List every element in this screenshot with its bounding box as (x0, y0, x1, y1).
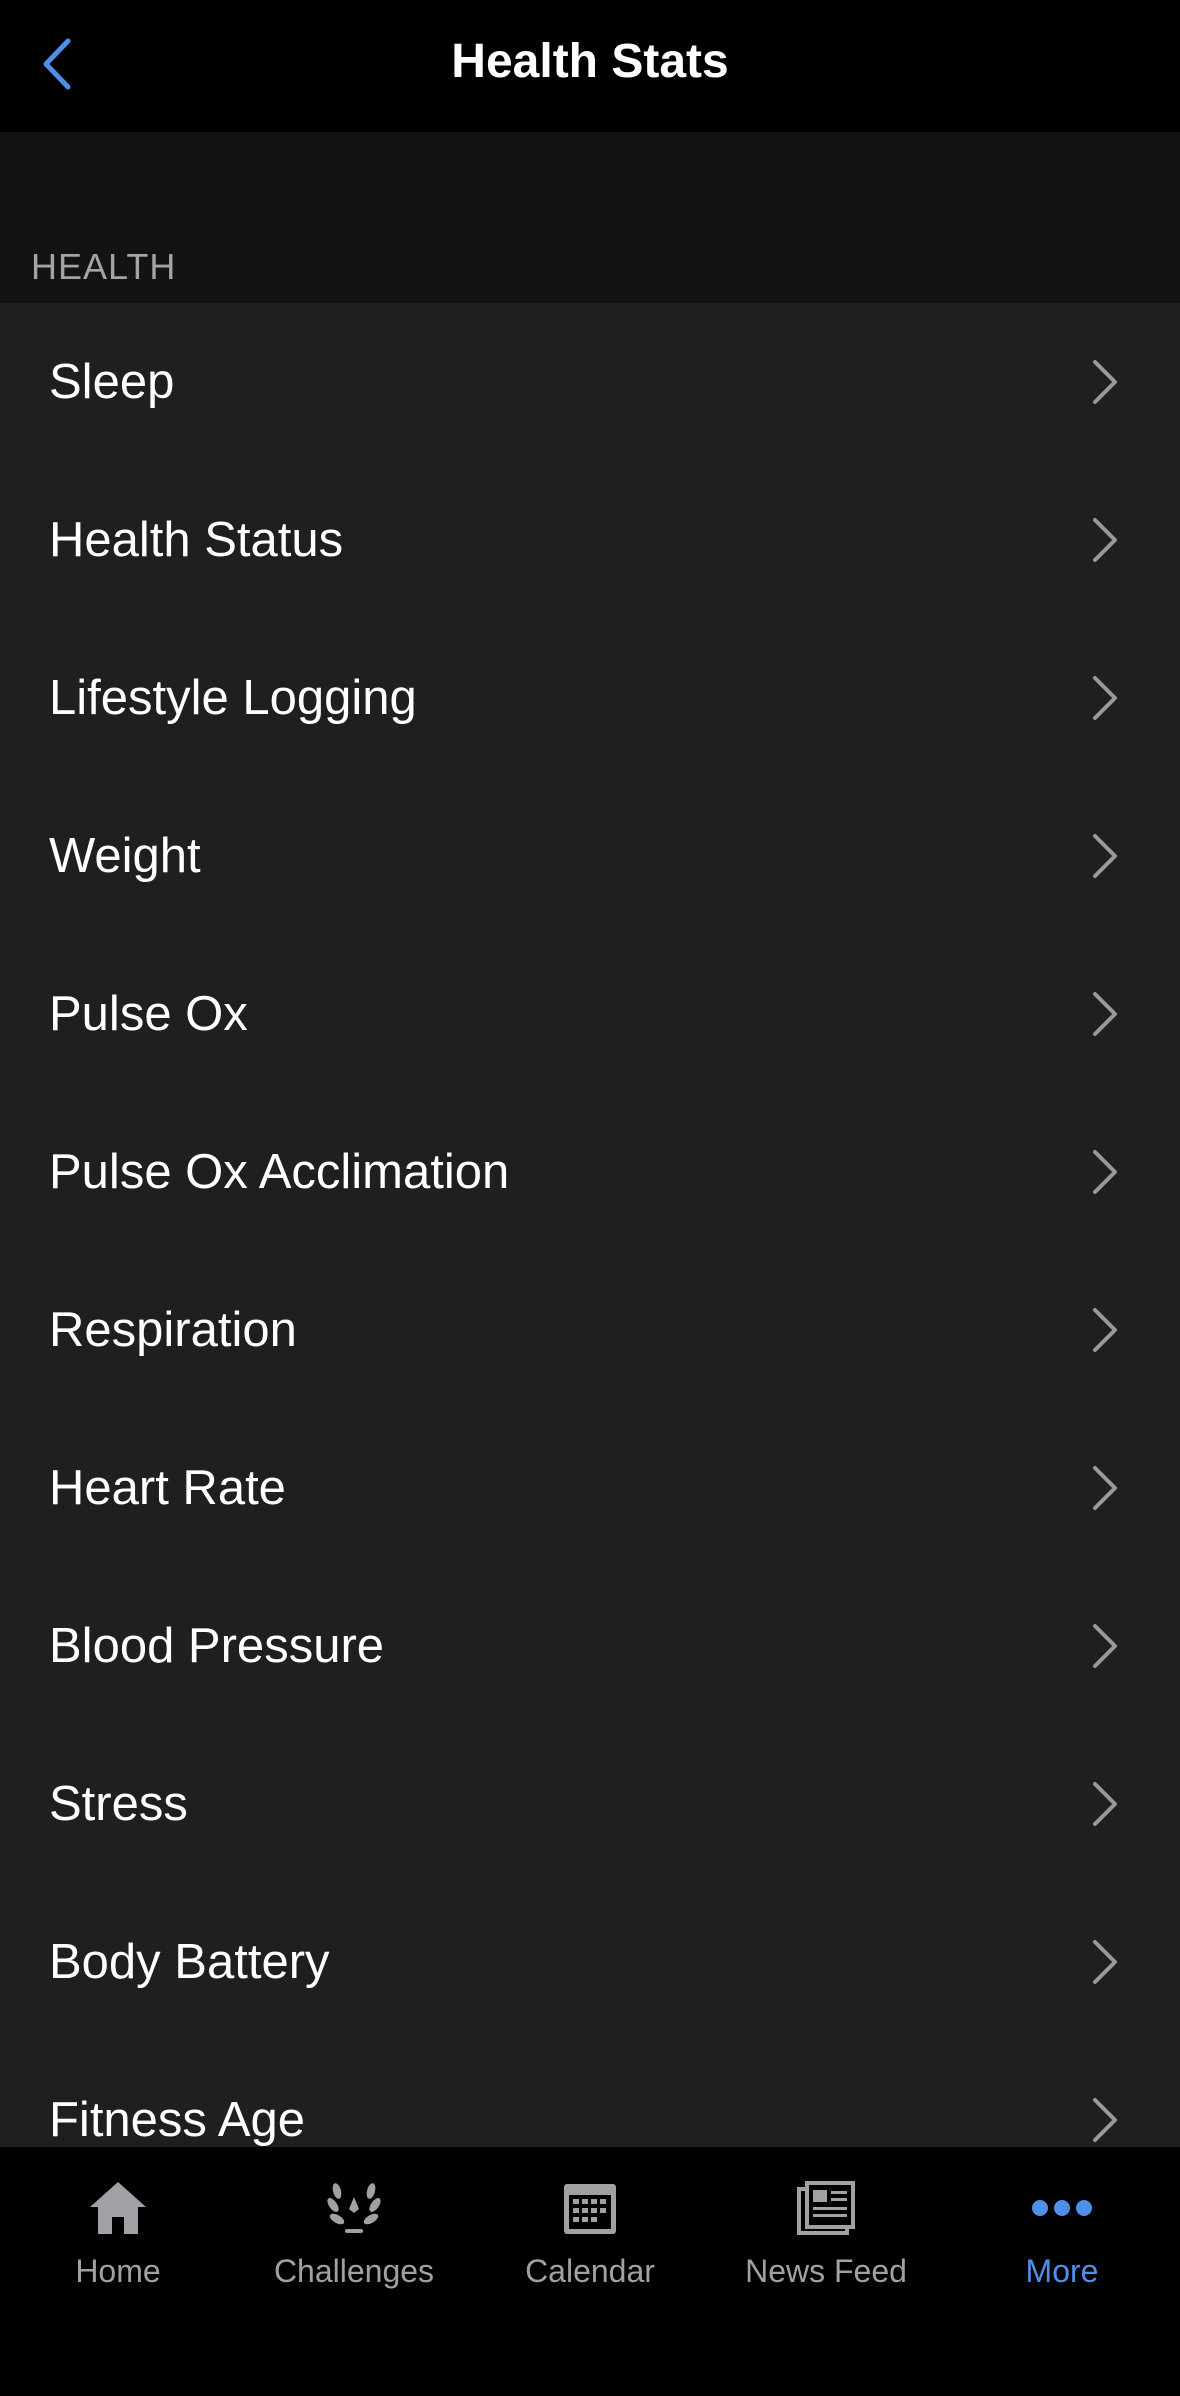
list-item-label: Fitness Age (49, 2093, 306, 2147)
list-item-pulse-ox-acclimation[interactable]: Pulse Ox Acclimation (0, 1093, 1180, 1251)
tab-label: News Feed (745, 2253, 907, 2289)
list-item-label: Stress (49, 1777, 188, 1831)
tab-label: More (1025, 2253, 1099, 2289)
laurel-icon (319, 2173, 389, 2243)
list-item-weight[interactable]: Weight (0, 777, 1180, 935)
list-item-health-status[interactable]: Health Status (0, 461, 1180, 619)
chevron-right-icon (1093, 1308, 1117, 1352)
chevron-right-icon (1093, 1624, 1117, 1668)
page-title: Health Stats (451, 35, 729, 88)
home-icon (83, 2173, 153, 2243)
list-item-body-battery[interactable]: Body Battery (0, 1883, 1180, 2041)
list-item-pulse-ox[interactable]: Pulse Ox (0, 935, 1180, 1093)
tab-label: Home (75, 2253, 161, 2289)
section-header-health: HEALTH (31, 246, 177, 287)
list-item-label: Lifestyle Logging (49, 671, 417, 725)
list-item-label: Respiration (49, 1303, 297, 1357)
list-item-label: Body Battery (49, 1935, 330, 1989)
list-item-lifestyle-logging[interactable]: Lifestyle Logging (0, 619, 1180, 777)
list-item-fitness-age[interactable]: Fitness Age (0, 2041, 1180, 2147)
chevron-right-icon (1093, 1466, 1117, 1510)
list-item-respiration[interactable]: Respiration (0, 1251, 1180, 1409)
chevron-right-icon (1093, 2098, 1117, 2142)
list-item-label: Heart Rate (49, 1461, 286, 1515)
newspaper-icon (791, 2173, 861, 2243)
list-item-label: Pulse Ox (49, 987, 248, 1041)
list-item-heart-rate[interactable]: Heart Rate (0, 1409, 1180, 1567)
list-item-label: Pulse Ox Acclimation (49, 1145, 510, 1199)
calendar-icon (555, 2173, 625, 2243)
chevron-right-icon (1093, 1150, 1117, 1194)
tab-bar: Home Challenges Calendar News Feed More (0, 2147, 1180, 2396)
section-header-background (0, 132, 1180, 303)
chevron-right-icon (1093, 360, 1117, 404)
health-stats-list: Sleep Health Status Lifestyle Logging We… (0, 303, 1180, 2147)
tab-calendar[interactable]: Calendar (472, 2173, 708, 2303)
chevron-right-icon (1093, 992, 1117, 1036)
chevron-right-icon (1093, 518, 1117, 562)
list-item-label: Health Status (49, 513, 344, 567)
list-item-label: Sleep (49, 355, 175, 409)
chevron-right-icon (1093, 1940, 1117, 1984)
list-item-blood-pressure[interactable]: Blood Pressure (0, 1567, 1180, 1725)
tab-home[interactable]: Home (0, 2173, 236, 2303)
chevron-right-icon (1093, 676, 1117, 720)
tab-more[interactable]: More (944, 2173, 1180, 2303)
list-item-stress[interactable]: Stress (0, 1725, 1180, 1883)
list-item-label: Weight (49, 829, 201, 883)
tab-label: Challenges (273, 2253, 435, 2289)
chevron-right-icon (1093, 834, 1117, 878)
more-dots-icon (1027, 2173, 1097, 2243)
tab-news-feed[interactable]: News Feed (708, 2173, 944, 2303)
tab-label: Calendar (525, 2253, 655, 2289)
navigation-bar: Health Stats (0, 0, 1180, 132)
list-item-label: Blood Pressure (49, 1619, 385, 1673)
tab-challenges[interactable]: Challenges (236, 2173, 472, 2303)
list-item-sleep[interactable]: Sleep (0, 303, 1180, 461)
chevron-right-icon (1093, 1782, 1117, 1826)
